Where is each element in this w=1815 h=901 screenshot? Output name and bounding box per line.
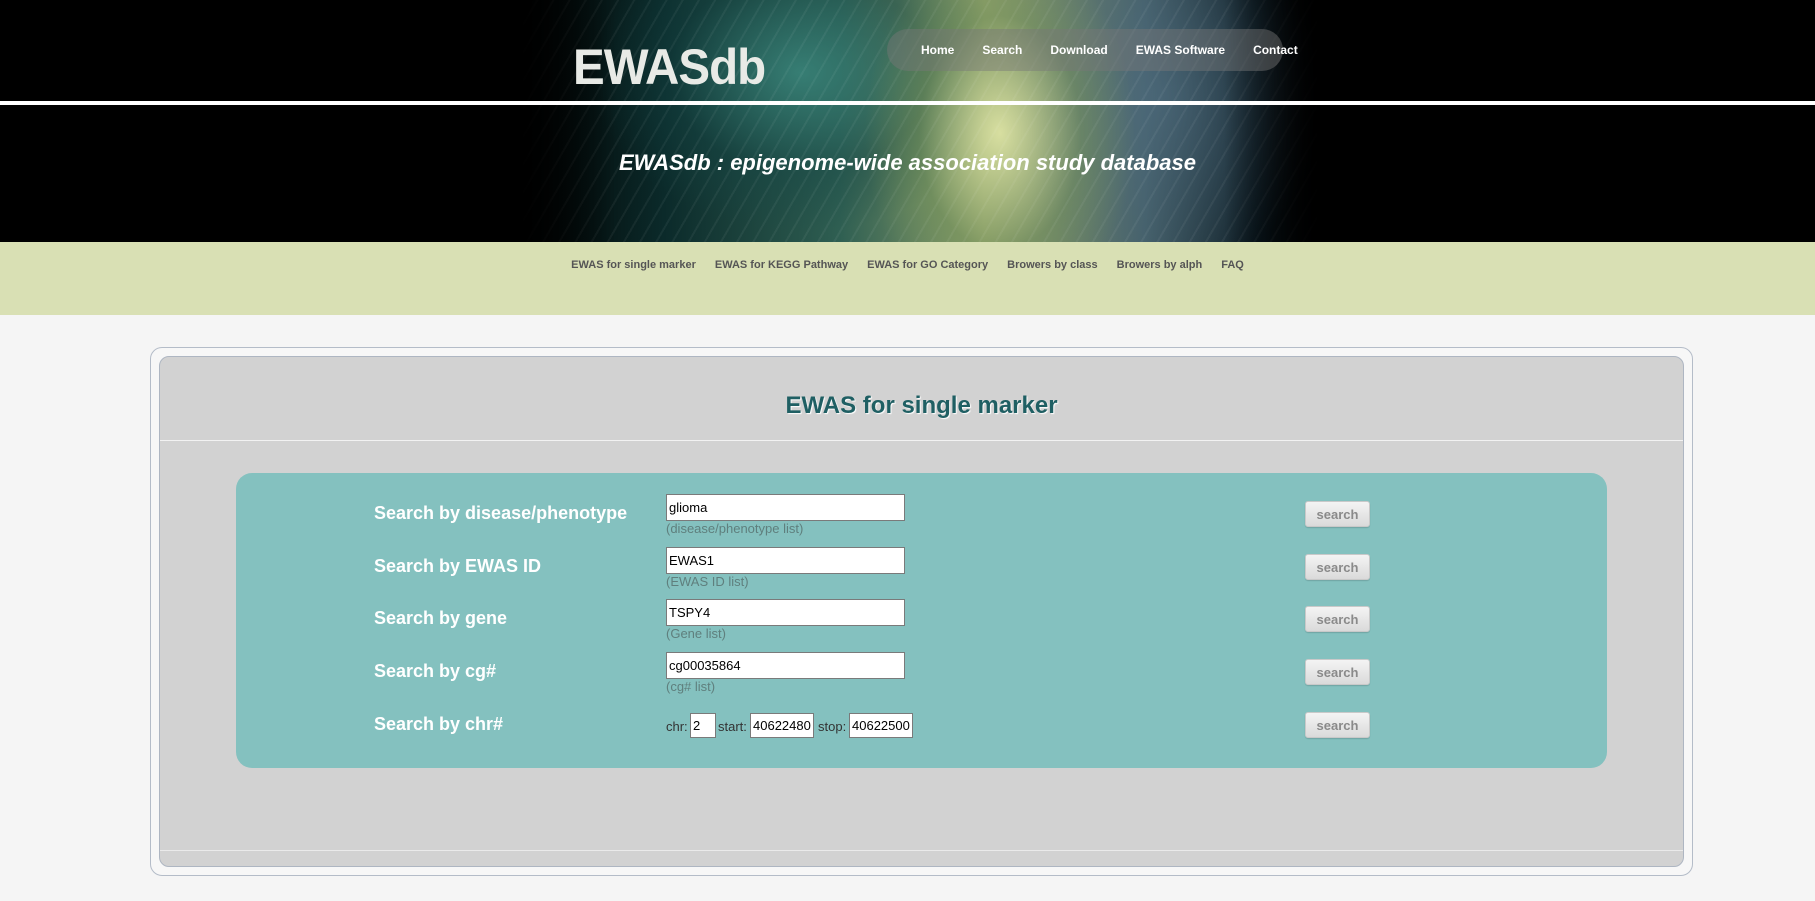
top-navigation: Home Search Download EWAS Software Conta… bbox=[887, 29, 1298, 71]
ewas-id-list-link[interactable]: (EWAS ID list) bbox=[666, 574, 749, 589]
search-ewas-id-button[interactable]: search bbox=[1305, 554, 1370, 580]
stop-field-label: stop: bbox=[818, 719, 847, 734]
subnav-go-category-link[interactable]: EWAS for GO Category bbox=[867, 259, 988, 315]
panel-divider bbox=[160, 440, 1683, 441]
chr-field-label: chr: bbox=[666, 719, 688, 734]
search-cg-label: Search by cg# bbox=[374, 661, 497, 681]
panel-bottom-divider bbox=[160, 850, 1683, 851]
search-ewas-id-label: Search by EWAS ID bbox=[374, 556, 542, 576]
nav-ewas-software-link[interactable]: EWAS Software bbox=[1136, 43, 1225, 57]
subnav-kegg-pathway-link[interactable]: EWAS for KEGG Pathway bbox=[715, 259, 848, 315]
search-gene-label: Search by gene bbox=[374, 608, 508, 628]
nav-download-link[interactable]: Download bbox=[1050, 43, 1107, 57]
subnav-browse-by-class-link[interactable]: Browers by class bbox=[1007, 259, 1098, 315]
site-logo[interactable]: EWASdb bbox=[573, 38, 766, 96]
chr-input[interactable] bbox=[690, 713, 716, 738]
search-chr-label: Search by chr# bbox=[374, 714, 504, 734]
nav-home-link[interactable]: Home bbox=[921, 43, 954, 57]
start-field-label: start: bbox=[718, 719, 747, 734]
nav-search-link[interactable]: Search bbox=[982, 43, 1022, 57]
subnav-single-marker-link[interactable]: EWAS for single marker bbox=[571, 259, 696, 315]
site-tagline: EWASdb : epigenome-wide association stud… bbox=[618, 150, 1196, 175]
subnav-faq-link[interactable]: FAQ bbox=[1221, 259, 1244, 315]
panel-title: EWAS for single marker bbox=[785, 392, 1058, 419]
header-divider bbox=[0, 101, 1815, 105]
cg-number-input[interactable] bbox=[666, 652, 905, 679]
nav-contact-link[interactable]: Contact bbox=[1253, 43, 1298, 57]
search-disease-button[interactable]: search bbox=[1305, 501, 1370, 527]
ewas-id-input[interactable] bbox=[666, 547, 905, 574]
search-chr-button[interactable]: search bbox=[1305, 712, 1370, 738]
start-input[interactable] bbox=[750, 713, 814, 738]
gene-input[interactable] bbox=[666, 599, 905, 626]
search-cg-button[interactable]: search bbox=[1305, 659, 1370, 685]
search-disease-label: Search by disease/phenotype bbox=[374, 503, 628, 523]
site-header: EWASdb Home Search Download EWAS Softwar… bbox=[0, 0, 1815, 242]
gene-list-link[interactable]: (Gene list) bbox=[666, 626, 726, 641]
subnav-browse-by-alph-link[interactable]: Browers by alph bbox=[1117, 259, 1203, 315]
stop-input[interactable] bbox=[849, 713, 913, 738]
search-gene-button[interactable]: search bbox=[1305, 606, 1370, 632]
cg-list-link[interactable]: (cg# list) bbox=[666, 679, 715, 694]
sub-navigation: EWAS for single marker EWAS for KEGG Pat… bbox=[0, 242, 1815, 315]
disease-phenotype-input[interactable] bbox=[666, 494, 905, 521]
disease-phenotype-list-link[interactable]: (disease/phenotype list) bbox=[666, 521, 803, 536]
